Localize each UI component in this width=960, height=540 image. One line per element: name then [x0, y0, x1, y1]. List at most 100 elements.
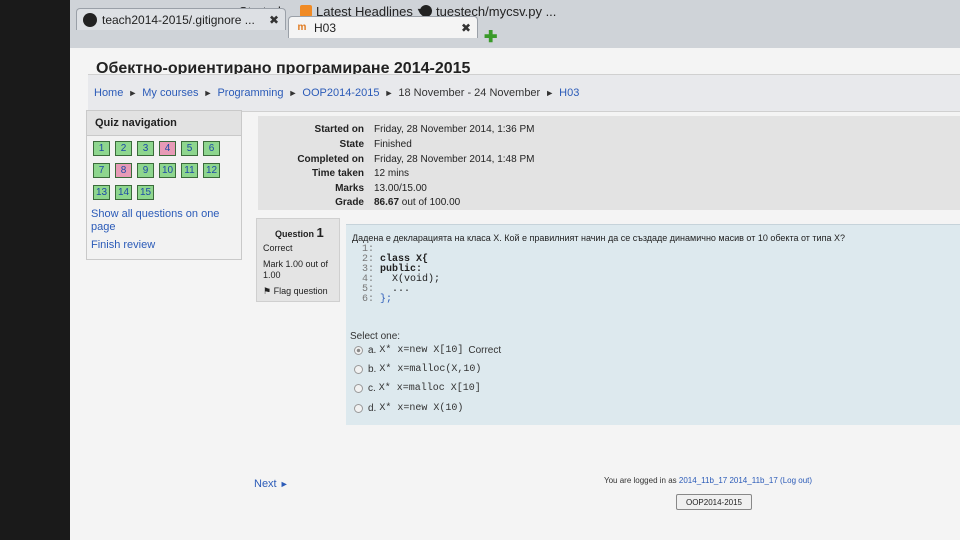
quiz-nav-button-6[interactable]: 6 — [203, 141, 220, 156]
select-one-label: Select one: — [350, 331, 401, 342]
radio-button[interactable] — [354, 346, 363, 355]
breadcrumb-separator-icon: ► — [384, 88, 394, 98]
quiz-nav-button-15[interactable]: 15 — [137, 185, 154, 200]
quiz-nav-button-8[interactable]: 8 — [115, 163, 132, 178]
option-code: X* x=new X[10] — [379, 345, 464, 356]
moodle-icon: m — [297, 22, 307, 33]
breadcrumb-separator-icon: ► — [128, 88, 138, 98]
answer-option-b[interactable]: b. X* x=malloc(X,10) — [354, 364, 481, 375]
show-all-questions-link[interactable]: Show all questions on one page — [91, 208, 239, 234]
question-label: Question — [275, 229, 315, 239]
tab-h03[interactable]: m H03 ✖ — [288, 16, 478, 38]
code-block: 1: 2: class X{ 3: public: 4: X(void); 5:… — [362, 245, 440, 305]
summary-row-completed: Completed on Friday, 28 November 2014, 1:… — [258, 154, 534, 168]
quiz-nav-button-1[interactable]: 1 — [93, 141, 110, 156]
summary-key: State — [339, 139, 364, 150]
finish-review-link[interactable]: Finish review — [91, 239, 155, 252]
breadcrumb-week: 18 November - 24 November — [398, 87, 541, 99]
close-icon[interactable]: ✖ — [263, 13, 279, 27]
question-status: Correct — [263, 243, 293, 253]
quiz-nav-button-3[interactable]: 3 — [137, 141, 154, 156]
breadcrumb-course[interactable]: OOP2014-2015 — [302, 87, 379, 99]
summary-row-state: State Finished — [258, 139, 412, 153]
breadcrumb-programming[interactable]: Programming — [217, 87, 283, 99]
quiz-nav-button-11[interactable]: 11 — [181, 163, 198, 178]
quiz-nav-button-13[interactable]: 13 — [93, 185, 110, 200]
option-letter: c. — [368, 383, 376, 394]
question-mark: Mark 1.00 out of 1.00 — [263, 259, 329, 280]
quiz-nav-button-2[interactable]: 2 — [115, 141, 132, 156]
quiz-nav-button-12[interactable]: 12 — [203, 163, 220, 178]
summary-key: Started on — [314, 124, 364, 135]
tab-strip: ...ng Started Latest Headlines ▼ tuestec… — [70, 0, 960, 48]
logout-link[interactable]: (Log out) — [780, 476, 812, 485]
summary-key: Marks — [335, 183, 364, 194]
answer-option-a[interactable]: a. X* x=new X[10] Correct — [354, 345, 501, 356]
summary-value: Friday, 28 November 2014, 1:36 PM — [374, 124, 535, 135]
breadcrumb-separator-icon: ► — [288, 88, 298, 98]
option-code: X* x=new X(10) — [379, 403, 464, 414]
tab-gitignore[interactable]: teach2014-2015/.gitignore ... ✖ — [76, 8, 286, 30]
quiz-nav-button-4[interactable]: 4 — [159, 141, 176, 156]
code-line-text: }; — [380, 294, 393, 305]
option-letter: a. — [368, 345, 377, 356]
radio-button[interactable] — [354, 365, 363, 374]
quiz-nav-button-5[interactable]: 5 — [181, 141, 198, 156]
arrow-right-icon: ► — [279, 479, 289, 489]
summary-value: Finished — [374, 139, 412, 150]
summary-row-time: Time taken 12 mins — [258, 168, 409, 182]
browser-screen: ...ng Started Latest Headlines ▼ tuestec… — [70, 0, 960, 540]
course-home-button[interactable]: OOP2014-2015 — [676, 494, 752, 510]
summary-value: Friday, 28 November 2014, 1:48 PM — [374, 154, 535, 165]
github-icon — [83, 12, 97, 27]
tab-label: H03 — [314, 20, 337, 35]
quiz-navigation-heading: Quiz navigation — [87, 111, 241, 136]
close-icon[interactable]: ✖ — [455, 21, 471, 35]
summary-row-grade: Grade 86.67 out of 100.00 — [258, 197, 460, 211]
breadcrumb-home[interactable]: Home — [94, 87, 123, 99]
breadcrumb: Home ► My courses ► Programming ► OOP201… — [88, 74, 960, 112]
flag-icon: ⚑ — [263, 286, 272, 296]
login-info: You are logged in as 2014_11b_17 2014_11… — [604, 476, 812, 485]
breadcrumb-separator-icon: ► — [203, 88, 213, 98]
radio-button[interactable] — [354, 384, 363, 393]
summary-key: Time taken — [311, 168, 364, 179]
quiz-nav-button-14[interactable]: 14 — [115, 185, 132, 200]
option-letter: d. — [368, 403, 377, 414]
answer-option-d[interactable]: d. X* x=new X(10) — [354, 403, 463, 414]
login-prefix: You are logged in as — [604, 476, 677, 485]
question-number: Question 1 — [275, 225, 324, 240]
summary-key: Grade — [335, 197, 364, 208]
summary-value: 86.67 out of 100.00 — [374, 197, 460, 211]
question-number-value: 1 — [316, 225, 324, 240]
summary-key: Completed on — [297, 154, 364, 165]
attempt-summary-table: Started on Friday, 28 November 2014, 1:36… — [258, 116, 960, 210]
question-info-box: Question 1 Correct Mark 1.00 out of 1.00… — [256, 218, 340, 302]
question-text: Дадена е декларацията на класа X. Кой е … — [352, 233, 845, 243]
quiz-nav-button-9[interactable]: 9 — [137, 163, 154, 178]
radio-button[interactable] — [354, 404, 363, 413]
flag-question-label: Flag question — [273, 286, 328, 296]
quiz-navigation-block: Quiz navigation 1 2 3 4 5 6 7 8 9 10 11 … — [86, 110, 242, 260]
quiz-nav-button-7[interactable]: 7 — [93, 163, 110, 178]
answer-option-c[interactable]: c. X* x=malloc X[10] — [354, 383, 481, 394]
option-letter: b. — [368, 364, 377, 375]
breadcrumb-quiz[interactable]: H03 — [559, 87, 579, 99]
code-line: 6: }; — [362, 295, 440, 305]
summary-row-started: Started on Friday, 28 November 2014, 1:36… — [258, 124, 535, 138]
option-code: X* x=malloc X[10] — [378, 383, 481, 394]
new-tab-icon[interactable]: ✚ — [484, 30, 500, 46]
breadcrumb-my-courses[interactable]: My courses — [142, 87, 198, 99]
next-page-link[interactable]: Next ► — [254, 478, 289, 490]
flag-question-button[interactable]: ⚑ Flag question — [263, 286, 328, 297]
user-profile-link[interactable]: 2014_11b_17 2014_11b_17 — [679, 476, 778, 485]
next-label: Next — [254, 478, 277, 490]
summary-value: 12 mins — [374, 168, 410, 179]
tab-label: teach2014-2015/.gitignore ... — [102, 12, 255, 27]
code-line-number: 6: — [362, 294, 375, 305]
grade-value: 86.67 — [374, 197, 400, 208]
quiz-nav-button-10[interactable]: 10 — [159, 163, 176, 178]
summary-value: 13.00/15.00 — [374, 183, 427, 194]
breadcrumb-separator-icon: ► — [545, 88, 555, 98]
grade-suffix: out of 100.00 — [399, 197, 461, 208]
